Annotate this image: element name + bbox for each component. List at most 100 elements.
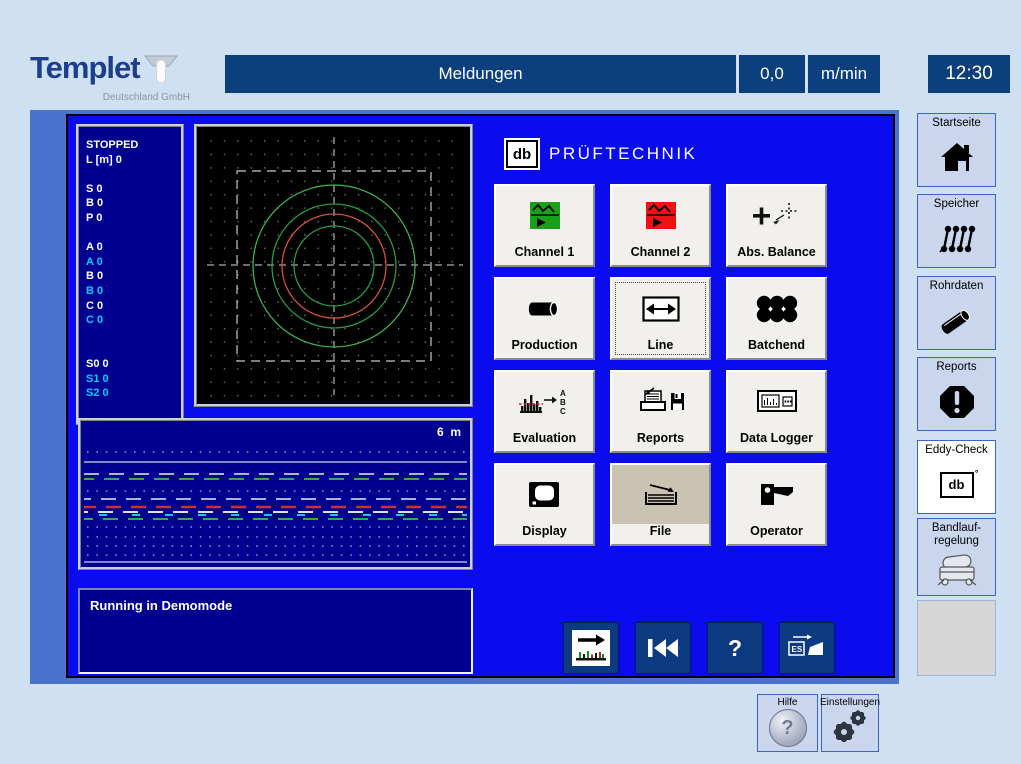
rewind-button[interactable] — [635, 622, 691, 674]
sidebar-item-empty — [917, 600, 996, 676]
es-reset-button[interactable]: ES — [779, 622, 835, 674]
menu-button-display[interactable]: Display — [494, 463, 595, 546]
sidebar-item-speicher[interactable]: Speicher — [917, 194, 996, 268]
channel-1-icon — [525, 201, 565, 231]
sidebar-item-startseite[interactable]: Startseite — [917, 113, 996, 187]
menu-button-label: Operator — [750, 524, 803, 544]
menu-button-label: Production — [512, 338, 578, 358]
app-screen: Templet Deutschland GmbH Meldungen 0,0 m… — [0, 0, 1021, 764]
status-line — [86, 167, 181, 182]
coil-icon — [938, 223, 976, 255]
speed-value: 0,0 — [739, 55, 805, 93]
status-line: B 0 — [86, 284, 181, 299]
status-line: A 0 — [86, 255, 181, 270]
menu-button-production[interactable]: Production — [494, 277, 595, 360]
rewind-icon — [643, 632, 683, 664]
svg-text:A: A — [560, 389, 566, 398]
menu-button-label: Evaluation — [513, 431, 576, 451]
sidebar: Startseite Speicher — [917, 113, 996, 683]
evaluation-icon: A B C — [519, 387, 571, 417]
batchend-icon — [756, 295, 798, 323]
menu-button-batchend[interactable]: Batchend — [726, 277, 827, 360]
settings-button-label: Einstellungen — [820, 697, 880, 708]
menu-button-reports[interactable]: Reports — [610, 370, 711, 453]
channel-2-icon — [641, 201, 681, 231]
page-title: Meldungen — [225, 55, 736, 93]
svg-text:C: C — [560, 407, 566, 416]
clock-display: 12:30 — [928, 55, 1010, 93]
sidebar-item-label: Reports — [936, 361, 976, 374]
status-line: S2 0 — [86, 386, 181, 401]
help-button[interactable]: Hilfe ? — [757, 694, 818, 752]
menu-button-label: Abs. Balance — [737, 245, 816, 265]
status-line: P 0 — [86, 211, 181, 226]
templet-logo: Templet Deutschland GmbH — [30, 53, 200, 103]
production-icon — [526, 296, 564, 322]
main-panel: STOPPED L [m] 0 S 0 B 0 P 0 A 0 A 0 B 0 … — [66, 114, 895, 678]
strip-chart-scale: 6 m — [437, 425, 461, 439]
menu-button-evaluation[interactable]: A B C Evaluation — [494, 370, 595, 453]
line-icon — [642, 296, 680, 322]
file-icon — [641, 482, 681, 508]
es-reset-icon: ES — [787, 633, 827, 663]
settings-button[interactable]: Einstellungen — [821, 694, 879, 752]
strip-chart-graphics — [81, 421, 470, 567]
status-line: B 0 — [86, 269, 181, 284]
status-line — [86, 226, 181, 241]
menu-button-label: Data Logger — [740, 431, 813, 451]
db-logo-icon: db ° — [940, 472, 974, 498]
sidebar-item-rohrdaten[interactable]: Rohrdaten — [917, 276, 996, 350]
menu-button-line[interactable]: Line — [610, 277, 711, 360]
machine-icon — [935, 554, 979, 588]
status-line: C 0 — [86, 299, 181, 314]
svg-text:ES: ES — [792, 645, 803, 654]
db-logo-icon: db — [506, 140, 538, 168]
question-sphere-icon: ? — [769, 709, 807, 747]
prueftechnik-name: PRÜFTECHNIK — [549, 144, 697, 164]
status-line — [86, 328, 181, 343]
templet-pin-icon — [144, 53, 178, 91]
help-nav-button[interactable]: ? — [707, 622, 763, 674]
menu-button-label: File — [650, 524, 672, 544]
help-icon: ? — [728, 635, 742, 662]
display-icon — [528, 481, 562, 509]
sidebar-item-label: Rohrdaten — [930, 280, 984, 293]
menu-button-abs-balance[interactable]: Abs. Balance — [726, 184, 827, 267]
data-logger-icon — [757, 390, 797, 414]
menu-button-channel-1[interactable]: Channel 1 — [494, 184, 595, 267]
sidebar-item-label: Speicher — [934, 198, 979, 211]
status-line: L [m] 0 — [86, 153, 181, 168]
menu-button-operator[interactable]: Operator — [726, 463, 827, 546]
sidebar-item-bandlaufregelung[interactable]: Bandlauf-regelung — [917, 518, 996, 596]
status-line: C 0 — [86, 313, 181, 328]
message-text: Running in Demomode — [90, 598, 232, 613]
reports-icon — [637, 387, 685, 417]
home-icon — [939, 142, 975, 174]
menu-button-label: Reports — [637, 431, 684, 451]
menu-button-label: Display — [522, 524, 566, 544]
signal-forward-icon — [572, 630, 610, 666]
sidebar-item-label: Startseite — [932, 117, 981, 130]
status-line: STOPPED — [86, 138, 181, 153]
prueftechnik-brand: db PRÜFTECHNIK — [506, 140, 697, 168]
status-line: B 0 — [86, 196, 181, 211]
menu-button-label: Channel 2 — [631, 245, 691, 265]
status-line: A 0 — [86, 240, 181, 255]
help-button-label: Hilfe — [777, 697, 797, 708]
impedance-scope-display — [194, 124, 473, 407]
speed-unit: m/min — [808, 55, 880, 93]
brand-name: Templet — [30, 53, 140, 82]
title-bar: Meldungen 0,0 m/min — [225, 55, 880, 93]
message-panel: Running in Demomode — [78, 588, 473, 674]
signal-forward-button[interactable] — [563, 622, 619, 674]
menu-button-channel-2[interactable]: Channel 2 — [610, 184, 711, 267]
sidebar-item-eddy-check[interactable]: Eddy-Check db ° — [917, 440, 996, 514]
sidebar-item-reports[interactable]: Reports — [917, 357, 996, 431]
status-line — [86, 342, 181, 357]
menu-button-data-logger[interactable]: Data Logger — [726, 370, 827, 453]
pipe-icon — [937, 304, 977, 338]
status-line: S0 0 — [86, 357, 181, 372]
status-panel: STOPPED L [m] 0 S 0 B 0 P 0 A 0 A 0 B 0 … — [76, 124, 184, 425]
gears-icon — [828, 708, 872, 746]
menu-button-file[interactable]: File — [610, 463, 711, 546]
